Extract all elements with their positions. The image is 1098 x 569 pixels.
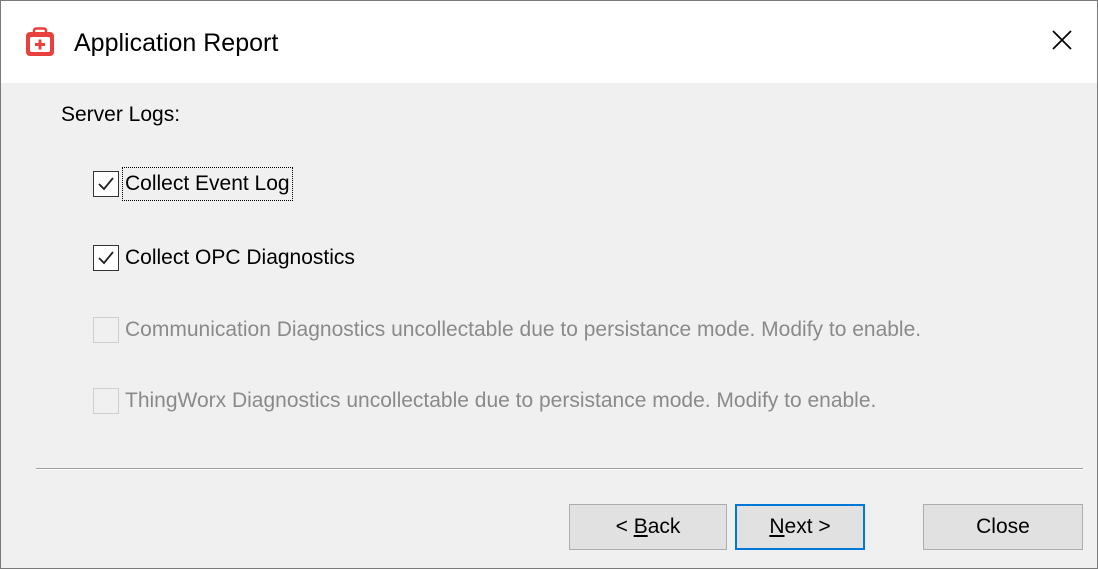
collect-opc-diagnostics-option[interactable]: Collect OPC Diagnostics bbox=[93, 242, 355, 274]
server-logs-label: Server Logs: bbox=[61, 103, 181, 126]
communication-diagnostics-checkbox bbox=[93, 317, 119, 343]
close-icon bbox=[1051, 29, 1073, 56]
thingworx-diagnostics-checkbox bbox=[93, 388, 119, 414]
next-button-rest: ext > bbox=[784, 515, 831, 538]
close-window-button[interactable] bbox=[1027, 1, 1097, 83]
window-title: Application Report bbox=[74, 29, 279, 57]
collect-opc-diagnostics-checkbox[interactable] bbox=[93, 245, 119, 271]
collect-opc-diagnostics-label[interactable]: Collect OPC Diagnostics bbox=[125, 244, 355, 272]
communication-diagnostics-label: Communication Diagnostics uncollectable … bbox=[125, 318, 922, 341]
collect-event-log-label[interactable]: Collect Event Log bbox=[122, 167, 293, 201]
thingworx-diagnostics-option: ThingWorx Diagnostics uncollectable due … bbox=[93, 385, 876, 417]
back-button-rest: ack bbox=[647, 515, 681, 538]
title-bar: Application Report bbox=[1, 1, 1097, 83]
back-button-mnemonic: B bbox=[633, 515, 648, 538]
collect-event-log-option[interactable]: Collect Event Log bbox=[93, 167, 293, 201]
back-button-prefix: < bbox=[615, 515, 634, 538]
back-button[interactable]: < Back bbox=[569, 504, 727, 550]
collect-event-log-checkbox[interactable] bbox=[93, 171, 119, 197]
thingworx-diagnostics-label: ThingWorx Diagnostics uncollectable due … bbox=[125, 389, 877, 412]
red-toolbox-icon bbox=[25, 27, 55, 57]
communication-diagnostics-option: Communication Diagnostics uncollectable … bbox=[93, 314, 921, 346]
checkmark-icon bbox=[98, 251, 114, 265]
separator bbox=[36, 468, 1083, 470]
next-button[interactable]: Next > bbox=[735, 504, 865, 550]
application-report-dialog: Application Report Server Logs: Collect … bbox=[0, 0, 1098, 569]
close-button[interactable]: Close bbox=[923, 504, 1083, 550]
next-button-mnemonic: N bbox=[769, 515, 785, 538]
checkmark-icon bbox=[98, 177, 114, 191]
